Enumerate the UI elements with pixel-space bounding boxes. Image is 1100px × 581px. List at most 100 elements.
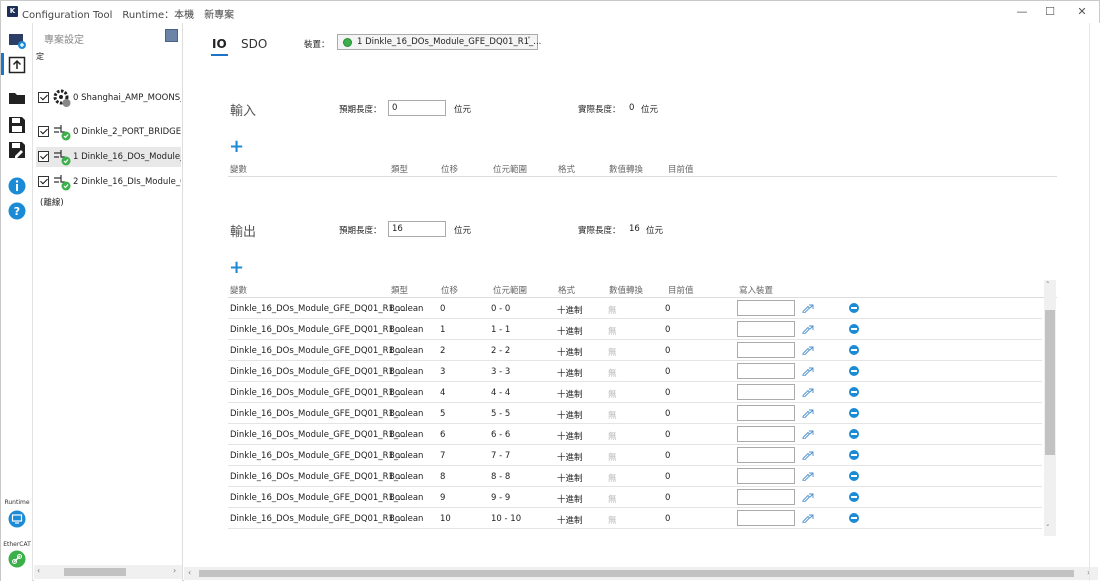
remove-variable-button[interactable]	[849, 324, 859, 334]
node-checkbox[interactable]	[38, 176, 49, 187]
row-offset: 2	[440, 346, 446, 356]
scrollbar-thumb[interactable]	[199, 570, 1074, 577]
row-current-value: 0	[665, 388, 671, 398]
output-col-offset: 位移	[441, 286, 459, 296]
tree-node-label: 1 Dinkle_16_DOs_Module_G	[73, 152, 181, 162]
write-value-input[interactable]	[737, 363, 795, 379]
row-bit-range: 1 - 1	[491, 325, 511, 335]
write-value-input[interactable]	[737, 468, 795, 484]
scrollbar-thumb[interactable]	[1045, 310, 1055, 455]
remove-variable-button[interactable]	[849, 471, 859, 481]
write-to-device-icon[interactable]	[802, 345, 814, 355]
write-to-device-icon[interactable]	[802, 471, 814, 481]
row-offset: 6	[440, 430, 446, 440]
input-expected-length-label: 預期長度：	[339, 105, 382, 115]
app-window: K Configuration Tool Runtime：本機 新專案 — ☐ …	[0, 0, 1100, 581]
info-icon[interactable]	[8, 177, 26, 195]
remove-variable-button[interactable]	[849, 408, 859, 418]
table-row: Dinkle_16_DOs_Module_GFE_DQ01_R1_... Bool…	[228, 340, 1042, 361]
write-to-device-icon[interactable]	[802, 408, 814, 418]
scroll-down-arrow-icon[interactable]: ˅	[1046, 524, 1050, 532]
node-checkbox[interactable]	[38, 151, 49, 162]
input-expected-length-field[interactable]: 0	[388, 100, 446, 116]
row-bit-range: 3 - 3	[491, 367, 511, 377]
open-folder-icon[interactable]	[8, 89, 26, 107]
row-variable: Dinkle_16_DOs_Module_GFE_DQ01_R1_...	[230, 430, 407, 440]
scroll-left-arrow-icon[interactable]: ‹	[37, 566, 40, 575]
maximize-button[interactable]: ☐	[1035, 1, 1065, 23]
write-value-input[interactable]	[737, 426, 795, 442]
output-expected-length-field[interactable]: 16	[388, 221, 446, 237]
write-value-input[interactable]	[737, 321, 795, 337]
row-current-value: 0	[665, 472, 671, 482]
write-to-device-icon[interactable]	[802, 366, 814, 376]
row-current-value: 0	[665, 514, 671, 524]
write-value-input[interactable]	[737, 342, 795, 358]
save-as-icon[interactable]	[8, 141, 26, 159]
close-button[interactable]: ✕	[1067, 1, 1097, 23]
output-vertical-scrollbar[interactable]: ˄ ˅	[1044, 280, 1056, 536]
row-current-value: 0	[665, 493, 671, 503]
write-to-device-icon[interactable]	[802, 513, 814, 523]
write-to-device-icon[interactable]	[802, 429, 814, 439]
write-value-input[interactable]	[737, 300, 795, 316]
main-horizontal-scrollbar[interactable]: ‹ ›	[184, 567, 1098, 580]
minimize-button[interactable]: —	[1007, 1, 1037, 23]
write-value-input[interactable]	[737, 489, 795, 505]
write-value-input[interactable]	[737, 384, 795, 400]
tree-node-dis-module[interactable]: 2 Dinkle_16_DIs_Module_GF	[36, 172, 181, 192]
write-value-input[interactable]	[737, 447, 795, 463]
offline-status: (離線)	[40, 198, 64, 208]
pin-panel-button[interactable]	[165, 29, 178, 42]
tab-io[interactable]: IO	[212, 37, 227, 51]
help-icon[interactable]: ?	[8, 202, 26, 220]
add-output-variable-button[interactable]: +	[229, 259, 244, 277]
row-format: 十進制	[557, 369, 583, 379]
remove-variable-button[interactable]	[849, 387, 859, 397]
tree-node-servo[interactable]: 0 Shanghai_AMP_MOONS_	[36, 88, 181, 108]
tree-node-bridge[interactable]: 0 Dinkle_2_PORT_BRIDGE_G	[36, 122, 181, 142]
io-module-icon	[54, 125, 71, 141]
output-col-bit-range: 位元範圍	[493, 286, 528, 296]
device-select[interactable]: 1 Dinkle_16_DOs_Module_GFE_DQ01_R1_... ˅	[337, 34, 541, 50]
upload-icon[interactable]	[8, 56, 26, 74]
remove-variable-button[interactable]	[849, 513, 859, 523]
ethercat-link-icon[interactable]	[8, 550, 26, 568]
scroll-up-arrow-icon[interactable]: ˄	[1046, 281, 1050, 289]
tree-title: 專案設定	[44, 35, 84, 46]
node-checkbox[interactable]	[38, 126, 49, 137]
scrollbar-thumb[interactable]	[64, 568, 126, 576]
write-value-input[interactable]	[737, 510, 795, 526]
remove-variable-button[interactable]	[849, 450, 859, 460]
write-to-device-icon[interactable]	[802, 324, 814, 334]
output-section-title: 輸出	[230, 225, 257, 240]
row-type: Boolean	[389, 367, 424, 377]
scroll-left-arrow-icon[interactable]: ‹	[188, 568, 191, 577]
write-value-input[interactable]	[737, 405, 795, 421]
project-settings-icon[interactable]	[8, 31, 26, 49]
remove-variable-button[interactable]	[849, 429, 859, 439]
runtime-monitor-icon[interactable]	[8, 510, 26, 528]
write-to-device-icon[interactable]	[802, 387, 814, 397]
write-to-device-icon[interactable]	[802, 492, 814, 502]
row-format: 十進制	[557, 516, 583, 526]
write-to-device-icon[interactable]	[802, 450, 814, 460]
tab-sdo[interactable]: SDO	[241, 37, 267, 51]
save-icon[interactable]	[8, 116, 26, 134]
tree-node-label: 2 Dinkle_16_DIs_Module_GF	[73, 177, 181, 187]
write-to-device-icon[interactable]	[802, 303, 814, 313]
row-type: Boolean	[389, 304, 424, 314]
row-conversion: 無	[608, 390, 617, 400]
scroll-right-arrow-icon[interactable]: ›	[173, 566, 176, 575]
tree-node-dos-module[interactable]: 1 Dinkle_16_DOs_Module_G	[36, 147, 181, 167]
node-checkbox[interactable]	[38, 92, 49, 103]
remove-variable-button[interactable]	[849, 345, 859, 355]
row-current-value: 0	[665, 325, 671, 335]
row-variable: Dinkle_16_DOs_Module_GFE_DQ01_R1_...	[230, 451, 407, 461]
row-current-value: 0	[665, 346, 671, 356]
remove-variable-button[interactable]	[849, 492, 859, 502]
add-input-variable-button[interactable]: +	[229, 138, 244, 156]
remove-variable-button[interactable]	[849, 303, 859, 313]
tree-horizontal-scrollbar[interactable]: ‹ ›	[34, 565, 182, 579]
remove-variable-button[interactable]	[849, 366, 859, 376]
